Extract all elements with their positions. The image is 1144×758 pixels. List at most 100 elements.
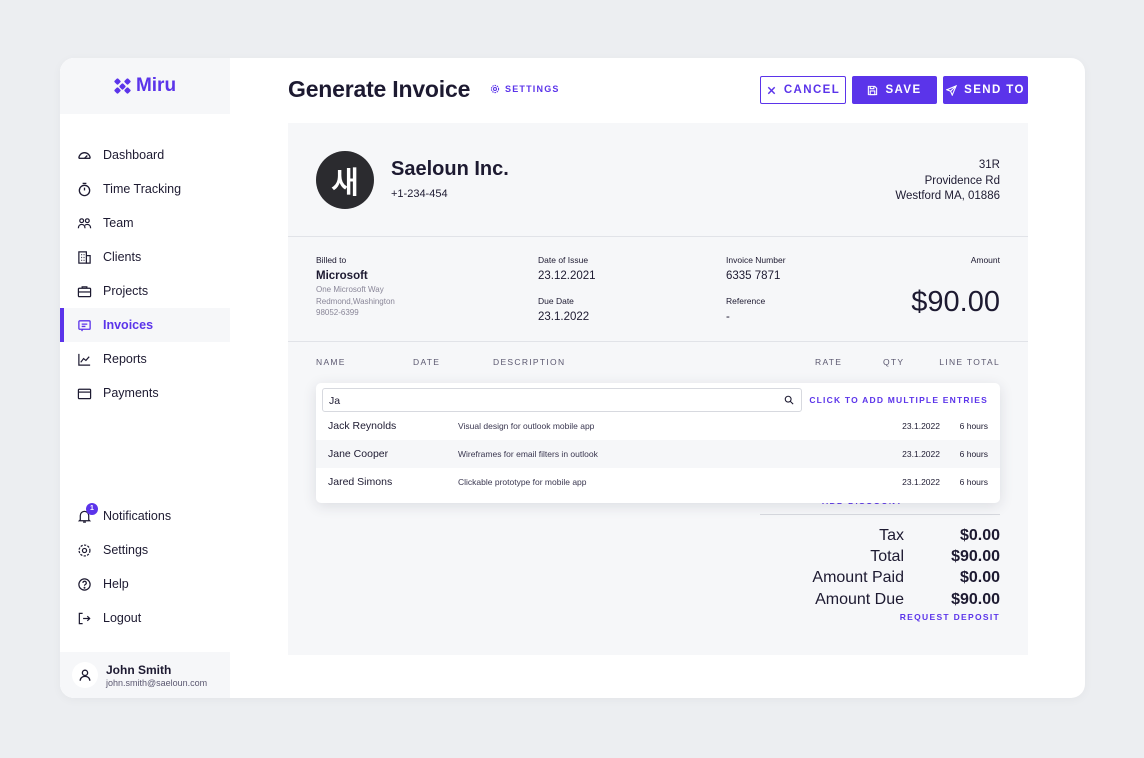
- entry-hours: 6 hours: [959, 421, 988, 431]
- column-header-qty: QTY: [883, 357, 905, 367]
- totals-label: Amount Due: [815, 591, 904, 608]
- sidebar-item-label: Payments: [103, 386, 159, 400]
- notification-badge: 1: [86, 502, 98, 515]
- entry-name: Jane Cooper: [328, 448, 389, 460]
- help-icon: [78, 577, 91, 591]
- sidebar-item-settings[interactable]: Settings: [60, 533, 230, 567]
- list-item[interactable]: Jared Simons Clickable prototype for mob…: [316, 468, 1000, 496]
- amount-value: $90.00: [911, 286, 1000, 318]
- gear-icon: [78, 543, 91, 557]
- add-multiple-entries-link[interactable]: CLICK TO ADD MULTIPLE ENTRIES: [809, 395, 988, 405]
- totals-label: Total: [870, 548, 904, 565]
- column-header-date: DATE: [413, 357, 441, 367]
- notification-bell: 1: [77, 502, 98, 524]
- billed-to-address: One Microsoft Way Redmond,Washington 980…: [316, 284, 395, 319]
- amount-label: Amount: [970, 255, 1000, 265]
- totals-row-tax: Tax $0.00: [760, 527, 1000, 544]
- sidebar-item-logout[interactable]: Logout: [60, 601, 230, 635]
- wallet-icon: [77, 388, 92, 399]
- billed-to-address-line: One Microsoft Way: [316, 285, 384, 294]
- sidebar-item-invoices[interactable]: Invoices: [60, 308, 230, 342]
- app-window: Miru Dashboard Time Tracking Team Client…: [60, 58, 1085, 698]
- sidebar-bottom-nav: 1 Notifications Settings Help Logout: [60, 499, 230, 635]
- sidebar-item-dashboard[interactable]: Dashboard: [60, 138, 230, 172]
- address-line: Westford MA, 01886: [895, 190, 1000, 202]
- totals-divider: [760, 514, 1000, 515]
- miru-logo-icon: [114, 78, 131, 94]
- invoice-icon: [78, 319, 91, 331]
- totals-row-total: Total $90.00: [760, 548, 1000, 565]
- logout-icon: [78, 612, 91, 624]
- column-header-name: NAME: [316, 357, 346, 367]
- line-item-search-input[interactable]: Ja: [322, 388, 802, 412]
- totals-row-amount-paid: Amount Paid $0.00: [760, 569, 1000, 586]
- sidebar-item-projects[interactable]: Projects: [60, 274, 230, 308]
- totals-row-amount-due: Amount Due $90.00: [760, 591, 1000, 608]
- avatar: [72, 662, 98, 688]
- entry-description: Visual design for outlook mobile app: [458, 421, 595, 431]
- sidebar-item-label: Team: [103, 216, 134, 230]
- sidebar-item-label: Logout: [103, 611, 142, 625]
- company-phone: +1-234-454: [391, 188, 448, 200]
- column-header-line-total: LINE TOTAL: [939, 357, 1000, 367]
- due-date-value[interactable]: 23.1.2022: [538, 311, 589, 323]
- send-to-button-label: SEND TO: [964, 84, 1025, 96]
- totals-value: $90.00: [951, 548, 1000, 565]
- sidebar-item-time-tracking[interactable]: Time Tracking: [60, 172, 230, 206]
- cancel-button[interactable]: CANCEL: [760, 76, 846, 104]
- sidebar-item-label: Dashboard: [103, 148, 165, 162]
- settings-link-label: SETTINGS: [505, 84, 560, 94]
- sidebar-item-notifications[interactable]: 1 Notifications: [60, 499, 230, 533]
- sidebar-item-payments[interactable]: Payments: [60, 376, 230, 410]
- reference-value[interactable]: -: [726, 311, 730, 323]
- address-line: Providence Rd: [924, 174, 1000, 187]
- sidebar-item-clients[interactable]: Clients: [60, 240, 230, 274]
- building-icon: [78, 250, 91, 264]
- list-item[interactable]: Jack Reynolds Visual design for outlook …: [316, 412, 1000, 440]
- cancel-button-label: CANCEL: [783, 84, 841, 96]
- sidebar-item-label: Clients: [103, 250, 142, 264]
- totals-value: $0.00: [959, 527, 1000, 544]
- stopwatch-icon: [78, 182, 91, 196]
- date-of-issue-label: Date of Issue: [538, 255, 589, 265]
- sidebar-item-help[interactable]: Help: [60, 567, 230, 601]
- sidebar-item-label: Projects: [103, 284, 149, 298]
- sidebar-item-label: Help: [103, 577, 129, 591]
- brand-logo[interactable]: Miru: [60, 58, 230, 114]
- invoice-number-label: Invoice Number: [726, 255, 786, 265]
- user-profile[interactable]: John Smith john.smith@saeloun.com: [60, 652, 230, 698]
- floppy-disk-icon: [868, 85, 878, 95]
- sidebar-item-label: Invoices: [103, 318, 154, 332]
- invoice-settings-link[interactable]: SETTINGS: [490, 84, 560, 94]
- entry-name: Jack Reynolds: [328, 420, 397, 432]
- sidebar-item-reports[interactable]: Reports: [60, 342, 230, 376]
- section-divider: [288, 341, 1028, 342]
- sidebar-nav: Dashboard Time Tracking Team Clients Pro…: [60, 138, 230, 410]
- sidebar: Miru Dashboard Time Tracking Team Client…: [60, 58, 230, 698]
- entry-name: Jared Simons: [328, 476, 393, 488]
- invoice-number-value[interactable]: 6335 7871: [726, 270, 780, 282]
- search-input-value: Ja: [329, 395, 341, 407]
- user-icon: [79, 669, 91, 681]
- due-date-label: Due Date: [538, 296, 574, 306]
- column-header-rate: RATE: [815, 357, 843, 367]
- entry-description: Wireframes for email filters in outlook: [458, 449, 598, 459]
- save-button[interactable]: SAVE: [852, 76, 937, 104]
- billed-to-name[interactable]: Microsoft: [316, 270, 368, 282]
- send-to-button[interactable]: SEND TO: [943, 76, 1028, 104]
- entry-date: 23.1.2022: [902, 477, 940, 487]
- close-icon: [767, 86, 776, 94]
- column-header-description: DESCRIPTION: [493, 357, 566, 367]
- search-icon: [784, 395, 794, 405]
- save-button-label: SAVE: [885, 84, 922, 96]
- user-name: John Smith: [106, 662, 172, 677]
- address-line: 31R: [978, 159, 1000, 171]
- paper-plane-icon: [946, 84, 958, 96]
- request-deposit-link[interactable]: REQUEST DEPOSIT: [900, 612, 1000, 622]
- chart-line-icon: [78, 353, 91, 366]
- date-of-issue-value[interactable]: 23.12.2021: [538, 270, 596, 282]
- user-email: john.smith@saeloun.com: [106, 677, 208, 688]
- sidebar-item-team[interactable]: Team: [60, 206, 230, 240]
- company-logo: 새: [316, 151, 374, 209]
- list-item[interactable]: Jane Cooper Wireframes for email filters…: [316, 440, 1000, 468]
